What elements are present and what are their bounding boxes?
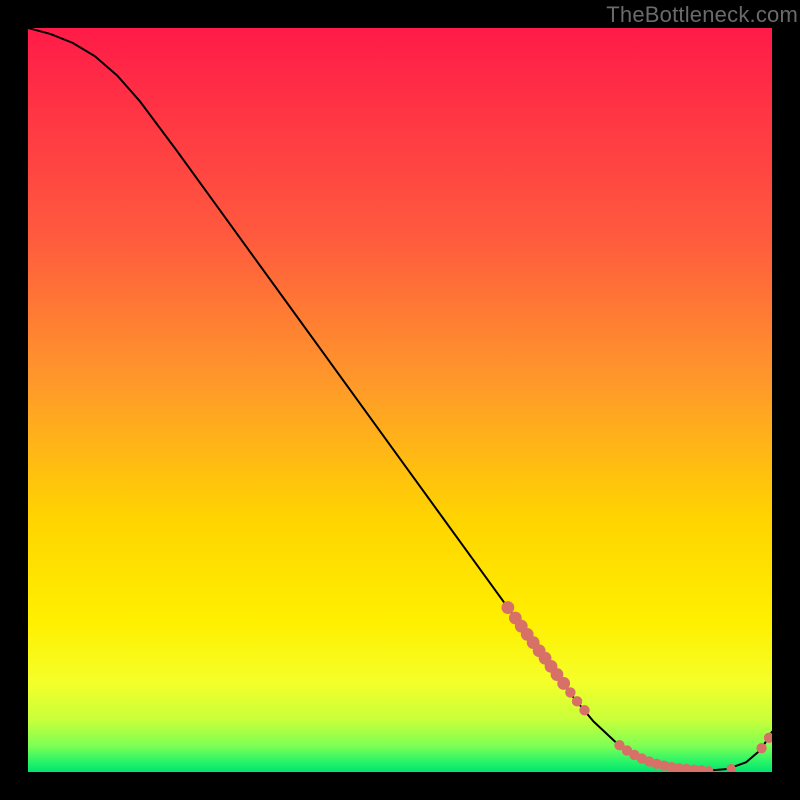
plot-area [28,28,772,772]
highlight-point [579,705,589,715]
plot-svg [28,28,772,772]
highlight-point [501,601,514,614]
watermark-text: TheBottleneck.com [606,2,798,28]
plot-background [28,28,772,772]
highlight-point [572,696,582,706]
chart-stage: TheBottleneck.com [0,0,800,800]
highlight-point [756,743,766,753]
highlight-point [565,687,575,697]
